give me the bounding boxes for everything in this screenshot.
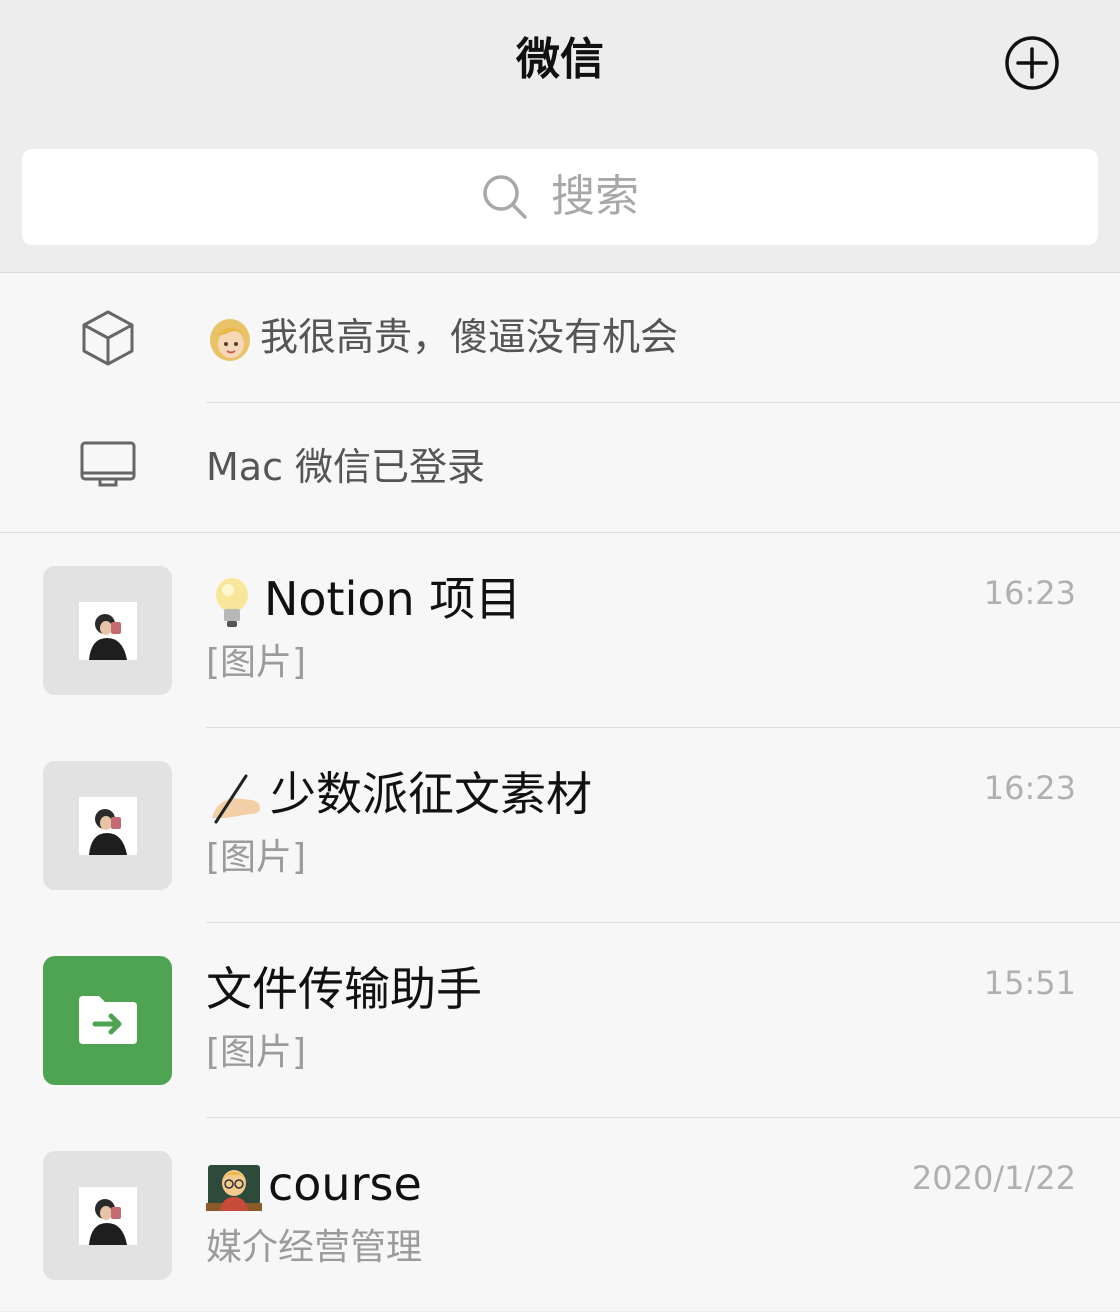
search-placeholder: 搜索 <box>551 171 639 222</box>
chat-preview: 媒介经营管理 <box>206 1227 423 1268</box>
chat-name: 文件传输助手 <box>206 962 482 1016</box>
chat-item-file-transfer[interactable]: 文件传输助手 [图片] 15:51 <box>0 923 1120 1117</box>
avatar-photo <box>79 1187 137 1245</box>
page-title: 微信 <box>516 34 604 85</box>
plus-circle-icon[interactable] <box>1004 35 1060 91</box>
chat-name: 少数派征文素材 <box>206 762 592 826</box>
status-text: 我很高贵，傻逼没有机会 <box>206 307 678 367</box>
teacher-emoji <box>206 1164 262 1211</box>
chat-name: Notion 项目 <box>206 567 521 631</box>
search-input[interactable]: 搜索 <box>22 149 1098 245</box>
mac-login-row[interactable]: Mac 微信已登录 <box>0 403 1120 532</box>
chat-item-course[interactable]: course 媒介经营管理 2020/1/22 <box>0 1118 1120 1312</box>
woman-blonde-emoji <box>210 318 250 361</box>
header: 微信 搜索 <box>0 0 1120 273</box>
writing-hand-emoji <box>212 774 260 823</box>
avatar-photo <box>79 797 137 855</box>
mac-login-text: Mac 微信已登录 <box>206 445 486 489</box>
chat-preview: [图片] <box>206 642 307 683</box>
search-icon <box>483 175 527 219</box>
chat-item-notion[interactable]: Notion 项目 [图片] 16:23 <box>0 533 1120 727</box>
chat-time: 16:23 <box>983 574 1076 612</box>
monitor-icon <box>80 441 136 487</box>
chat-preview: [图片] <box>206 837 307 878</box>
chat-preview: [图片] <box>206 1032 307 1073</box>
chat-time: 2020/1/22 <box>911 1159 1076 1197</box>
avatar <box>43 761 172 890</box>
avatar-photo <box>79 602 137 660</box>
chat-name: course <box>206 1152 422 1216</box>
chat-time: 16:23 <box>983 769 1076 807</box>
avatar <box>43 566 172 695</box>
status-row[interactable]: 我很高贵，傻逼没有机会 <box>0 273 1120 402</box>
chat-time: 15:51 <box>983 964 1076 1002</box>
folder-arrow-icon <box>79 996 137 1044</box>
chat-list: 我很高贵，傻逼没有机会 Mac 微信已登录 Notion 项目 [图片] 16:… <box>0 273 1120 1311</box>
avatar <box>43 1151 172 1280</box>
chat-item-sspai[interactable]: 少数派征文素材 [图片] 16:23 <box>0 728 1120 922</box>
light-bulb-emoji <box>216 577 248 627</box>
file-transfer-icon <box>43 956 172 1085</box>
box-icon <box>82 310 134 366</box>
